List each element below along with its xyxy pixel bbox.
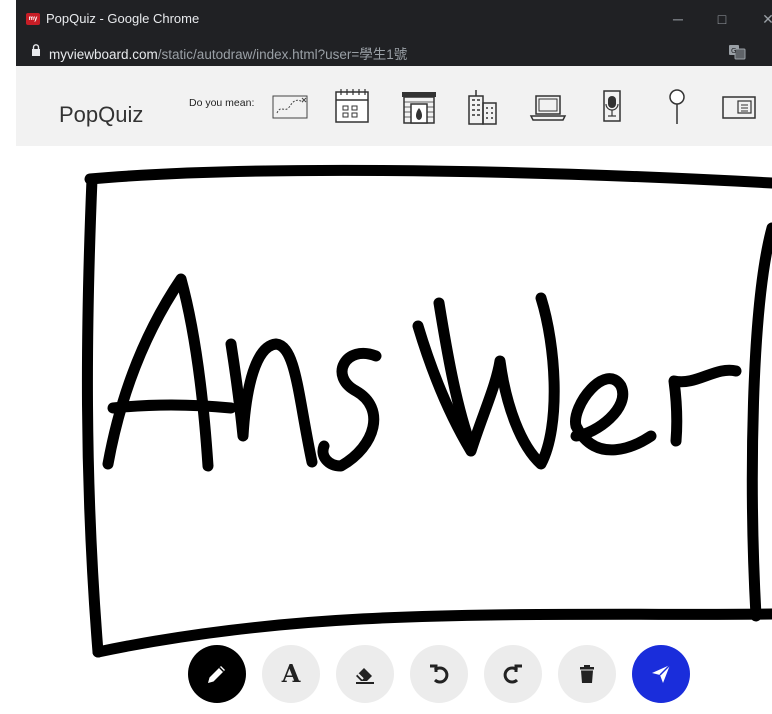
- window-title: PopQuiz - Google Chrome: [46, 11, 200, 26]
- maximize-button[interactable]: □: [710, 8, 734, 30]
- url-path: /static/autodraw/index.html?user=學生1號: [157, 47, 408, 62]
- eraser-icon: [356, 668, 374, 684]
- favicon-icon: my: [26, 13, 40, 25]
- url-host: myviewboard.com: [49, 47, 158, 62]
- app-toolbar: PopQuiz Do you mean:: [16, 66, 772, 146]
- delete-button[interactable]: [558, 645, 616, 703]
- suggestion-building-icon[interactable]: [462, 86, 502, 128]
- text-tool-button[interactable]: A: [262, 645, 320, 703]
- suggestion-fireplace-icon[interactable]: [399, 86, 439, 128]
- app-title: PopQuiz: [59, 102, 144, 127]
- eraser-tool-button[interactable]: [336, 645, 394, 703]
- redo-icon: [503, 664, 522, 684]
- suggestion-calendar-icon[interactable]: [332, 86, 372, 128]
- suggestion-microphone-icon[interactable]: [592, 86, 632, 128]
- pen-tool-button[interactable]: [188, 645, 246, 703]
- url-text[interactable]: myviewboard.com/static/autodraw/index.ht…: [49, 43, 407, 63]
- drawing-canvas[interactable]: A: [16, 146, 772, 714]
- lock-icon: [32, 44, 40, 56]
- minimize-button[interactable]: ─: [666, 8, 690, 30]
- undo-button[interactable]: [410, 645, 468, 703]
- paper-plane-icon: [652, 664, 671, 683]
- trash-icon: [580, 665, 594, 683]
- suggestion-scribble-icon[interactable]: [271, 86, 311, 128]
- browser-chrome: my PopQuiz - Google Chrome ─ □ ✕ myviewb…: [16, 0, 772, 66]
- address-bar[interactable]: myviewboard.com/static/autodraw/index.ht…: [16, 38, 772, 66]
- suggestion-pin-icon[interactable]: [657, 86, 697, 128]
- redo-button[interactable]: [484, 645, 542, 703]
- close-button[interactable]: ✕: [756, 8, 772, 30]
- handwritten-answer-drawing: [81, 164, 772, 658]
- suggestion-label: Do you mean:: [189, 97, 255, 109]
- pencil-icon: [208, 666, 225, 683]
- svg-text:G: G: [731, 47, 736, 55]
- title-bar: my PopQuiz - Google Chrome ─ □ ✕: [16, 0, 772, 38]
- suggestion-card-icon[interactable]: [719, 86, 759, 128]
- send-button[interactable]: [632, 645, 690, 703]
- left-window-edge: [0, 0, 16, 714]
- text-tool-label: A: [281, 659, 301, 688]
- undo-icon: [430, 664, 449, 684]
- suggestion-laptop-icon[interactable]: [528, 86, 568, 128]
- translate-icon[interactable]: G: [728, 43, 746, 61]
